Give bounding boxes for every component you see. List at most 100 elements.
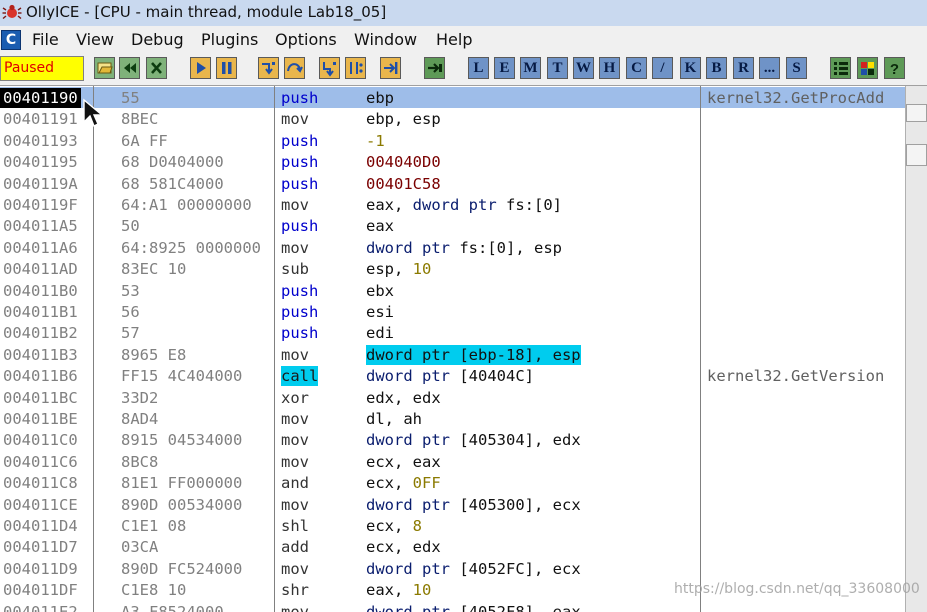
toolbar-run-trace-button[interactable]: ...	[759, 57, 780, 79]
disasm-operands: 00401C58	[366, 174, 441, 193]
toolbar-modules-button[interactable]: E	[494, 57, 515, 79]
run-icon[interactable]	[190, 57, 211, 79]
disasm-operands: dl, ah	[366, 410, 422, 428]
disasm-mnemonic: mov	[281, 431, 309, 450]
toolbar-references-button[interactable]: R	[733, 57, 754, 79]
disasm-mnemonic: mov	[281, 238, 309, 257]
disasm-row[interactable]: 004011C6 8BC8 mov ecx, eax	[0, 451, 905, 472]
disasm-row[interactable]: 00401195 68 D0404000 push 004040D0	[0, 151, 905, 172]
disasm-mnemonic: push	[281, 89, 319, 107]
disasm-hex-bytes: 33D2	[121, 388, 159, 407]
disasm-row[interactable]: 00401193 6A FF push -1	[0, 130, 905, 151]
disasm-row[interactable]: 004011B6 FF15 4C404000 call dword ptr [4040…	[0, 365, 905, 387]
toolbar-windows-button[interactable]: W	[573, 57, 594, 79]
disasm-mnemonic: push	[281, 217, 319, 236]
disasm-address: 004011C6	[3, 452, 78, 471]
toolbar-call-stack-button[interactable]: K	[680, 57, 701, 79]
disasm-operands: dword ptr [4052FC], ecx	[366, 559, 581, 578]
trace-into-icon[interactable]	[319, 57, 340, 79]
menu-help[interactable]: Help	[436, 30, 472, 49]
toolbar-patches-button[interactable]: /	[652, 57, 673, 79]
menu-plugins[interactable]: Plugins	[201, 30, 258, 49]
disasm-hex-bytes: 57	[121, 324, 140, 343]
menu-window[interactable]: Window	[354, 30, 417, 49]
step-into-icon[interactable]	[258, 57, 279, 79]
disasm-hex-bytes: 68 D0404000	[121, 153, 224, 172]
column-divider-disasm[interactable]	[700, 86, 701, 612]
disasm-operands: ebp	[366, 89, 394, 107]
close-program-icon[interactable]	[146, 57, 167, 79]
disasm-row[interactable]: 004011AD 83EC 10 sub esp, 10	[0, 258, 905, 279]
scroll-up-button[interactable]	[906, 104, 927, 122]
disasm-row[interactable]: 004011BE 8AD4 mov dl, ah	[0, 408, 905, 429]
toolbar-breakpoints-button[interactable]: B	[706, 57, 727, 79]
menu-view[interactable]: View	[76, 30, 114, 49]
disasm-row[interactable]: 00401190 55 push ebp kernel32.GetProcAdd	[0, 87, 905, 109]
disasm-hex-bytes: C1E8 10	[121, 581, 187, 600]
appearance-icon[interactable]	[857, 57, 878, 79]
vertical-scrollbar[interactable]	[905, 86, 927, 612]
disasm-address: 004011DF	[3, 581, 78, 600]
menu-bar: C File View Debug Plugins Options Window…	[0, 26, 927, 54]
disasm-row[interactable]: 004011BC 33D2 xor edx, edx	[0, 387, 905, 408]
disasm-row[interactable]: 004011C8 81E1 FF000000 and ecx, 0FF	[0, 472, 905, 493]
list-view-icon[interactable]	[830, 57, 851, 79]
cpu-window-system-icon[interactable]: C	[1, 30, 21, 50]
toolbar-handles-button[interactable]: H	[599, 57, 620, 79]
toolbar-source-button[interactable]: S	[786, 57, 807, 79]
disasm-hex-bytes: FF15 4C404000	[121, 367, 243, 386]
disasm-address: 004011D4	[3, 517, 78, 535]
disassembly-pane[interactable]: 00401190 55 push ebp kernel32.GetProcAdd 0040…	[0, 86, 927, 612]
disasm-operands: dword ptr [ebp-18], esp	[366, 344, 581, 365]
disasm-row[interactable]: 004011B3 8965 E8 mov dword ptr [ebp-18], es…	[0, 344, 905, 365]
ollyice-bug-icon[interactable]	[2, 2, 22, 22]
disasm-row[interactable]: 0040119F 64:A1 00000000 mov eax, dword ptr …	[0, 194, 905, 215]
disasm-mnemonic: and	[281, 474, 309, 493]
scrollbar-thumb[interactable]	[906, 144, 927, 166]
disasm-row[interactable]: 004011D4 C1E1 08 shl ecx, 8	[0, 515, 905, 536]
disasm-hex-bytes: 6A FF	[121, 131, 168, 150]
disasm-row[interactable]: 004011A6 64:8925 0000000 mov dword ptr fs:[…	[0, 237, 905, 258]
disasm-operands: ebx	[366, 281, 394, 300]
step-over-icon[interactable]	[284, 57, 305, 79]
toolbar-memory-button[interactable]: M	[520, 57, 541, 79]
disasm-operands: ebp, esp	[366, 110, 441, 129]
menu-file[interactable]: File	[32, 30, 59, 49]
menu-debug[interactable]: Debug	[131, 30, 184, 49]
menu-options[interactable]: Options	[275, 30, 337, 49]
disasm-hex-bytes: A3 F8524000	[121, 602, 224, 612]
execute-till-return-icon[interactable]	[380, 57, 401, 79]
disasm-row[interactable]: 004011B0 53 push ebx	[0, 280, 905, 301]
help-icon[interactable]: ?	[884, 57, 905, 79]
status-indicator: Paused	[0, 56, 84, 81]
open-file-icon[interactable]	[94, 57, 115, 79]
column-divider-address[interactable]	[93, 86, 94, 612]
toolbar-threads-button[interactable]: T	[547, 57, 568, 79]
pause-icon[interactable]	[216, 57, 237, 79]
disasm-row[interactable]: 00401191 8BEC mov ebp, esp	[0, 108, 905, 129]
disasm-row[interactable]: 004011B2 57 push edi	[0, 322, 905, 343]
disasm-row[interactable]: 004011D9 890D FC524000 mov dword ptr [4052F…	[0, 558, 905, 579]
disasm-row[interactable]: 004011E2 A3 F8524000 mov dword ptr [4052F8]…	[0, 601, 905, 612]
disasm-operands: dword ptr [4052F8], eax	[366, 602, 581, 612]
toolbar-log-button[interactable]: L	[468, 57, 489, 79]
disasm-row[interactable]: 004011D7 03CA add ecx, edx	[0, 536, 905, 557]
go-to-origin-icon[interactable]	[424, 57, 445, 79]
disasm-row[interactable]: 004011B1 56 push esi	[0, 301, 905, 322]
disasm-row[interactable]: 004011A5 50 push eax	[0, 215, 905, 236]
disasm-hex-bytes: 890D 00534000	[121, 495, 243, 514]
disasm-row[interactable]: 0040119A 68 581C4000 push 00401C58	[0, 173, 905, 194]
disasm-row[interactable]: 004011CE 890D 00534000 mov dword ptr [40530…	[0, 494, 905, 515]
disasm-mnemonic: mov	[281, 410, 309, 428]
disasm-hex-bytes: 50	[121, 217, 140, 236]
restart-icon[interactable]	[119, 57, 140, 79]
disasm-mnemonic: xor	[281, 388, 309, 407]
disasm-row[interactable]: 004011C0 8915 04534000 mov dword ptr [40530…	[0, 429, 905, 450]
disasm-hex-bytes: 56	[121, 303, 140, 321]
column-divider-hex[interactable]	[274, 86, 275, 612]
disasm-operands: -1	[366, 131, 385, 150]
disasm-mnemonic: push	[281, 303, 319, 321]
disasm-hex-bytes: 890D FC524000	[121, 559, 243, 578]
toolbar-cpu-button[interactable]: C	[626, 57, 647, 79]
trace-over-icon[interactable]	[345, 57, 366, 79]
